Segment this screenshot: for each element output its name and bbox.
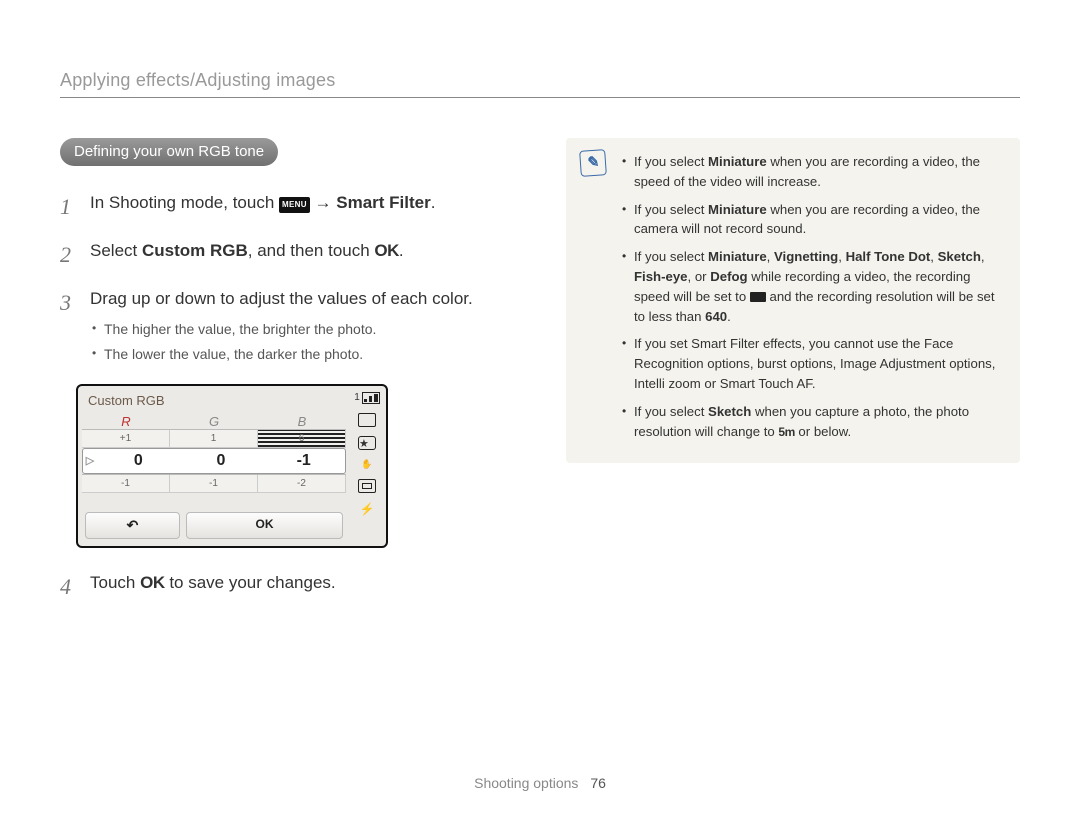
- step-4: Touch OK to save your changes.: [90, 570, 538, 604]
- quality-icon: ★: [358, 436, 376, 450]
- camera-custom-rgb-screenshot: Custom RGB R G B +1 1 6 ▷ 0 0: [76, 384, 388, 548]
- photo-size-icon: [358, 413, 376, 427]
- page-footer: Shooting options 76: [0, 775, 1080, 791]
- step-number: 2: [60, 238, 78, 272]
- steps-list: 1 In Shooting mode, touch MENU → Smart F…: [60, 190, 538, 370]
- rgb-g-above: 1: [170, 430, 258, 448]
- step-1: In Shooting mode, touch MENU → Smart Fil…: [90, 190, 538, 224]
- ok-icon: OK: [374, 241, 399, 260]
- info-note-box: ✎ If you select Miniature when you are r…: [566, 138, 1020, 463]
- section-title-pill: Defining your own RGB tone: [60, 138, 278, 166]
- note-item: If you select Miniature when you are rec…: [622, 152, 1002, 192]
- step-number: 3: [60, 286, 78, 370]
- step-number: 4: [60, 570, 78, 604]
- camera-counter: 1: [354, 392, 360, 403]
- rgb-b-above: 6: [258, 430, 346, 448]
- rgb-b-value: -1: [262, 449, 345, 473]
- rgb-head-b: B: [258, 414, 346, 429]
- note-icon: ✎: [579, 149, 607, 177]
- ok-icon: OK: [140, 573, 165, 592]
- note-item: If you set Smart Filter effects, you can…: [622, 334, 1002, 393]
- step-3-sub: The higher the value, the brighter the p…: [90, 319, 538, 341]
- menu-icon: MENU: [279, 197, 310, 213]
- note-item: If you select Sketch when you capture a …: [622, 402, 1002, 442]
- triangle-icon: ▷: [83, 449, 97, 473]
- rgb-g-below: -1: [170, 475, 258, 493]
- step-3: Drag up or down to adjust the values of …: [90, 286, 538, 370]
- note-item: If you select Miniature, Vignetting, Hal…: [622, 247, 1002, 326]
- battery-icon: [362, 392, 380, 404]
- rgb-r-above: +1: [82, 430, 170, 448]
- note-item: If you select Miniature when you are rec…: [622, 200, 1002, 240]
- rgb-r-below: -1: [82, 475, 170, 493]
- af-area-icon: [358, 479, 376, 493]
- camera-side-icons: 1 ★ ✋ ⚡: [352, 390, 382, 542]
- camera-title: Custom RGB: [82, 390, 346, 414]
- rgb-b-below: -2: [258, 475, 346, 493]
- resolution-5m-icon: 5m: [778, 425, 794, 439]
- camera-back-button[interactable]: ↶: [85, 512, 180, 539]
- step-number: 1: [60, 190, 78, 224]
- step-3-sub: The lower the value, the darker the phot…: [90, 344, 538, 366]
- camera-ok-button[interactable]: OK: [186, 512, 343, 539]
- recording-speed-icon: [750, 292, 766, 302]
- rgb-head-g: G: [170, 414, 258, 429]
- breadcrumb: Applying effects/Adjusting images: [60, 70, 1020, 98]
- page-number: 76: [590, 775, 606, 791]
- footer-section-label: Shooting options: [474, 775, 578, 791]
- rgb-r-value: 0: [97, 449, 180, 473]
- ois-icon: ✋: [361, 459, 372, 470]
- right-column: ✎ If you select Miniature when you are r…: [566, 138, 1020, 618]
- rgb-head-r: R: [82, 414, 170, 429]
- rgb-g-value: 0: [180, 449, 263, 473]
- steps-list-cont: 4 Touch OK to save your changes.: [60, 570, 538, 604]
- left-column: Defining your own RGB tone 1 In Shooting…: [60, 138, 538, 618]
- step-2: Select Custom RGB, and then touch OK.: [90, 238, 538, 272]
- flash-icon: ⚡: [360, 502, 375, 516]
